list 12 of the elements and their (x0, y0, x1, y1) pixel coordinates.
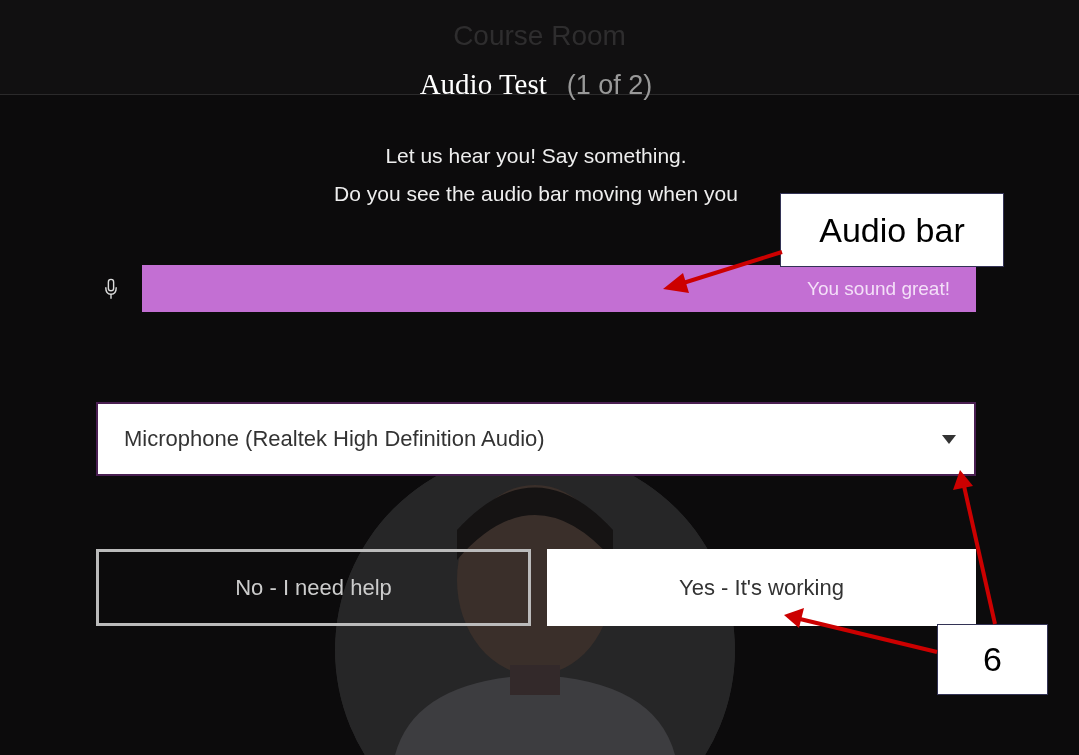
level-status-text: You sound great! (807, 277, 951, 300)
confirm-button[interactable]: Yes - It's working (547, 549, 976, 626)
step-counter: (1 of 2) (566, 70, 653, 101)
instruction-text: Do you see the audio bar moving when you (334, 181, 738, 207)
caret-icon (942, 434, 956, 444)
help-button[interactable]: No - I need help (96, 549, 531, 626)
instruction-text: Let us hear you! Say something. (385, 143, 687, 169)
dialog-title: Audio Test (419, 68, 547, 101)
microphone-icon (104, 277, 118, 300)
callout-label: Audio bar (780, 193, 1004, 267)
microphone-dropdown[interactable]: Microphone (Realtek High Definition Audio) (96, 402, 976, 476)
callout-label: 6 (937, 624, 1048, 695)
